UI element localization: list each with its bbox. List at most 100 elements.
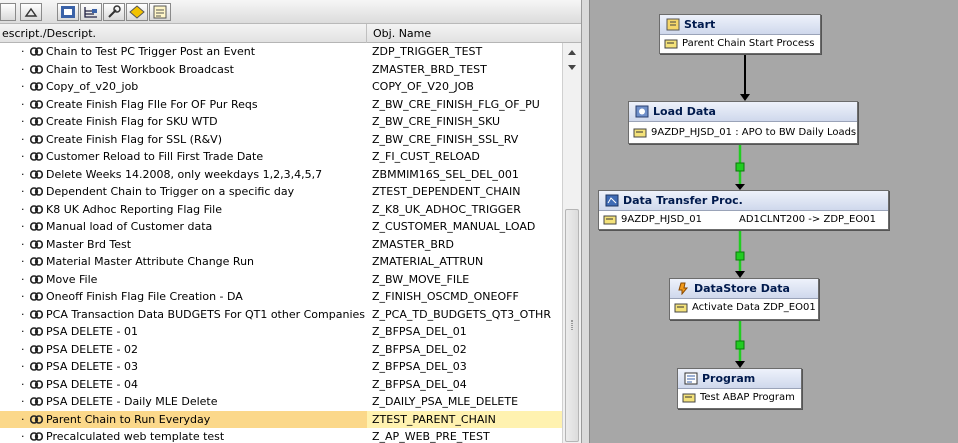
row-description: K8 UK Adhoc Reporting Flag File [46,202,223,216]
list-item[interactable]: · PSA DELETE - 02 Z_BFPSA_DEL_02 [0,341,562,359]
process-icon [674,303,688,313]
row-description: Move File [46,272,98,286]
vertical-scrollbar[interactable] [562,43,581,443]
row-description: Material Master Attribute Change Run [46,255,255,268]
row-obj-name: Z_PCA_TD_BUDGETS_QT3_OTHR [372,307,551,321]
column-separator[interactable] [366,24,367,43]
tree-icon[interactable] [80,3,102,21]
node-dso-title: DataStore Data [694,282,790,295]
list-item[interactable]: · Chain to Test Workbook Broadcast ZMASTER… [0,61,562,79]
scroll-up-icon[interactable] [568,50,576,55]
row-description: Precalculated web template test [46,430,225,443]
row-obj-name: COPY_OF_V20_JOB [372,80,474,93]
chain-link-icon [30,274,43,284]
bullet-icon: · [21,150,25,163]
node-dtp-header: Data Transfer Proc. [599,191,888,211]
bullet-icon: · [21,272,25,286]
chain-link-icon [30,309,43,319]
node-dtp-source: 9AZDP_HJSD_01 [621,214,703,225]
list-item[interactable]: · PSA DELETE - Daily MLE Delete Z_DAILY_PS… [0,393,562,411]
bullet-icon: · [21,202,25,216]
node-dtp-target: AD1CLNT200 -> ZDP_EO01 [739,214,876,225]
node-start[interactable]: Start Parent Chain Start Process [659,14,821,54]
chain-link-icon [30,432,43,441]
chain-link-icon [30,239,43,249]
row-obj-name: Z_BFPSA_DEL_01 [372,325,467,338]
row-obj-name: Z_BFPSA_DEL_02 [372,342,467,356]
list-item[interactable]: · PSA DELETE - 01 Z_BFPSA_DEL_01 [0,323,562,341]
list-item[interactable]: · Parent Chain to Run Everyday ZTEST_PAREN… [0,410,562,428]
list-item[interactable]: · Move File Z_BW_MOVE_FILE [0,271,562,289]
node-load-data[interactable]: Load Data 9AZDP_HJSD_01 : APO to BW Dail… [628,101,858,144]
list-item[interactable]: · Dependent Chain to Trigger on a specifi… [0,183,562,201]
list-item[interactable]: · Create Finish Flag for SSL (R&V) Z_BW_CR… [0,131,562,149]
chain-link-icon [30,47,43,56]
link-handle-icon[interactable] [735,162,745,172]
list-item[interactable]: · PSA DELETE - 03 Z_BFPSA_DEL_03 [0,358,562,376]
list-item[interactable]: · Master Brd Test ZMASTER_BRD [0,236,562,254]
wrench-icon[interactable] [103,3,125,21]
row-obj-name: Z_BW_CRE_FINISH_SKU [372,115,501,128]
bullet-icon: · [21,395,25,408]
list-item[interactable]: · Material Master Attribute Change Run ZMA… [0,253,562,271]
column-objname-header[interactable]: Obj. Name [373,27,431,40]
row-obj-name: Z_BW_CRE_FINISH_SSL_RV [372,132,519,146]
chain-link-icon [30,327,43,336]
row-description: Create Finish Flag FIle For OF Pur Reqs [46,97,258,111]
list-item[interactable]: · Customer Reload to Fill First Trade Dat… [0,148,562,166]
row-description: Chain to Test Workbook Broadcast [46,62,234,76]
scroll-down-icon[interactable] [568,65,576,70]
link-handle-icon[interactable] [735,251,745,261]
chain-link-icon [30,134,43,144]
process-icon [633,128,647,138]
row-description: PSA DELETE - 03 [46,360,138,373]
bullet-icon: · [21,237,25,251]
datastore-icon [678,282,689,295]
row-description: Chain to Test PC Trigger Post an Event [46,45,256,58]
bullet-icon: · [21,62,25,76]
row-obj-name: Z_K8_UK_ADHOC_TRIGGER [372,202,521,216]
list-toolbar [0,0,581,24]
list-item[interactable]: · Create Finish Flag FIle For OF Pur Reqs… [0,96,562,114]
chain-link-icon [30,414,43,424]
chain-view-icon[interactable] [57,3,79,21]
node-data-transfer[interactable]: Data Transfer Proc. 9AZDP_HJSD_01 AD1CLN… [598,190,889,230]
toolbar-left-edge-button[interactable] [0,3,16,21]
chain-link-icon [30,344,43,354]
scroll-thumb[interactable] [565,209,579,442]
diamond-icon[interactable] [126,3,148,21]
bullet-icon: · [21,342,25,356]
report-icon[interactable] [149,3,171,21]
list-item[interactable]: · Copy_of_v20_job COPY_OF_V20_JOB [0,78,562,96]
node-datastore[interactable]: DataStore Data Activate Data ZDP_EO01 [669,278,819,320]
collapse-icon[interactable] [20,3,42,21]
row-obj-name: Z_CUSTOMER_MANUAL_LOAD [372,220,536,233]
column-header: escript./Descript. Obj. Name [0,24,581,43]
pane-splitter[interactable] [581,0,590,443]
list-item[interactable]: · Create Finish Flag for SKU WTD Z_BW_CRE_… [0,113,562,131]
row-description: Customer Reload to Fill First Trade Date [46,150,264,163]
row-description: Create Finish Flag for SKU WTD [46,115,218,128]
bullet-icon: · [21,220,25,233]
list-item[interactable]: · Delete Weeks 14.2008, only weekdays 1,2… [0,166,562,184]
bullet-icon: · [21,307,25,321]
list-item[interactable]: · Precalculated web template test Z_AP_WEB… [0,428,562,443]
list-item[interactable]: · Oneoff Finish Flag File Creation - DA Z_… [0,288,562,306]
row-description: Master Brd Test [46,237,132,251]
bullet-icon: · [21,132,25,146]
link-handle-icon[interactable] [735,340,745,350]
list-item[interactable]: · Manual load of Customer data Z_CUSTOMER_… [0,218,562,236]
list-item[interactable]: · PSA DELETE - 04 Z_BFPSA_DEL_04 [0,376,562,394]
dtp-icon [605,194,619,207]
node-program-header: Program [678,369,801,389]
list-item[interactable]: · K8 UK Adhoc Reporting Flag File Z_K8_UK_… [0,201,562,219]
chain-link-icon [30,397,43,406]
node-program[interactable]: Program Test ABAP Program [677,368,802,409]
node-load-title: Load Data [653,105,716,118]
column-description-header[interactable]: escript./Descript. [2,27,96,40]
list-item[interactable]: · Chain to Test PC Trigger Post an Event Z… [0,43,562,61]
list-item[interactable]: · PCA Transaction Data BUDGETS For QT1 ot… [0,306,562,324]
process-chain-list: · Chain to Test PC Trigger Post an Event Z… [0,43,562,443]
row-description: PSA DELETE - 02 [46,342,138,356]
row-obj-name: Z_FINISH_OSCMD_ONEOFF [372,290,519,303]
